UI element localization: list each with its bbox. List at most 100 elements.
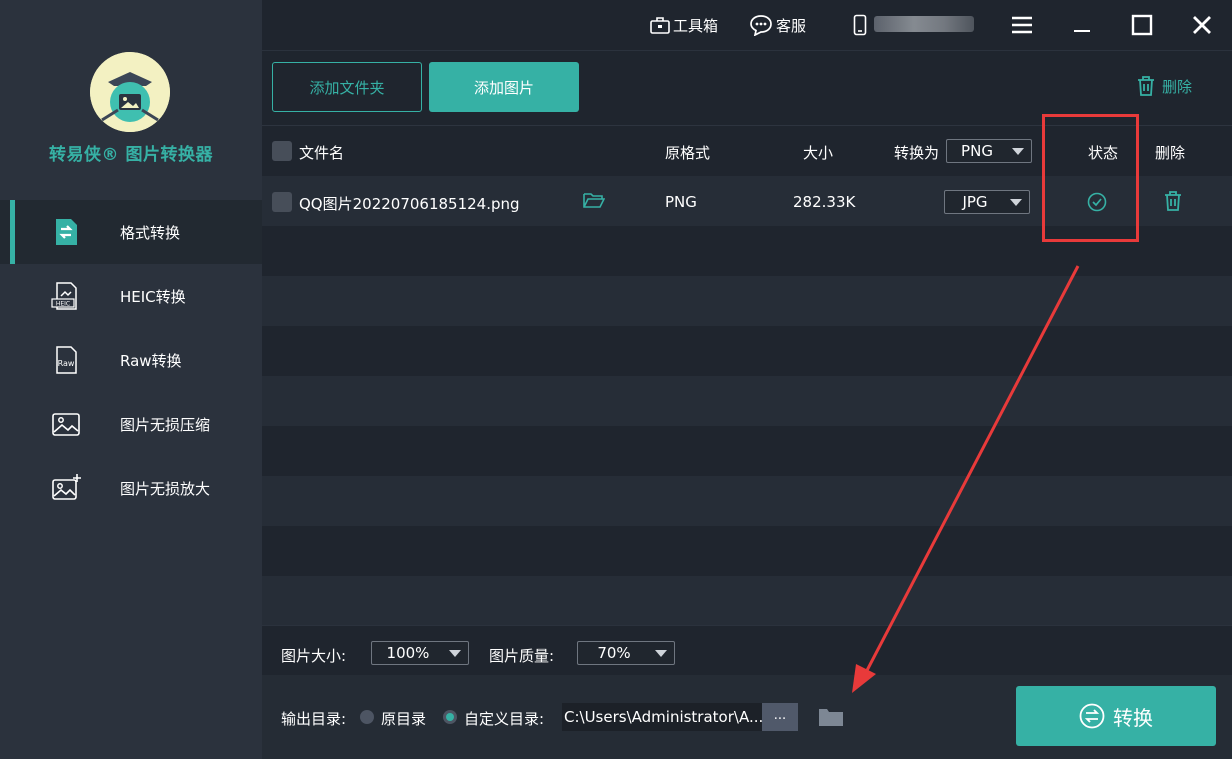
empty-row [262,226,1232,276]
image-size-select[interactable]: 100% [371,641,469,665]
radio-selected-dot [446,713,454,721]
row-checkbox[interactable] [272,192,292,212]
heic-file-icon: HEIC [50,280,82,312]
empty-row [262,426,1232,476]
status-done-icon [1087,192,1107,216]
image-quality-label: 图片质量: [489,647,555,665]
global-format-value: PNG [961,142,993,160]
image-settings-bar: 图片大小: 100% 图片质量: 70% [262,625,1232,675]
output-bar: 输出目录: 原目录 自定义目录: C:\Users\Administrator\… [262,675,1232,759]
svg-text:HEIC: HEIC [56,301,70,308]
table-row[interactable]: QQ图片20220706185124.png PNG 282.33K JPG [262,176,1232,226]
column-status: 状态 [1088,144,1119,162]
convert-label: 转换 [1113,705,1153,730]
radio-original-dir[interactable] [360,710,374,724]
maximize-icon [1131,14,1153,36]
radio-custom-dir[interactable] [443,710,457,724]
title-bar: 工具箱 客服 [262,0,1232,50]
app-name: 转易侠® 图片转换器 [49,145,213,165]
svg-text:Raw: Raw [58,359,75,368]
hamburger-menu-icon [1012,16,1032,34]
empty-row [262,326,1232,376]
sidebar-item-image-enlarge[interactable]: 图片无损放大 [0,456,262,520]
sidebar-item-label: 图片无损放大 [120,480,211,498]
empty-row [262,576,1232,626]
sidebar-item-label: Raw转换 [120,352,182,370]
toolbar: 添加文件夹 添加图片 删除 [262,50,1232,125]
convert-arrows-icon [1079,703,1105,729]
image-size-value: 100% [386,644,430,662]
convert-button[interactable]: 转换 [1016,686,1216,746]
image-compress-icon [50,408,82,440]
empty-row [262,276,1232,326]
raw-file-icon: Raw [50,344,82,376]
customer-service-label: 客服 [776,16,807,35]
chevron-down-icon [449,650,461,657]
row-filename: QQ图片20220706185124.png [299,195,520,213]
column-original-format: 原格式 [665,144,711,162]
toolbox-icon [650,17,670,34]
column-filename: 文件名 [299,144,345,162]
sidebar-item-raw-convert[interactable]: Raw Raw转换 [0,328,262,392]
chat-bubble-icon [750,15,772,36]
menu-button[interactable] [1007,10,1037,40]
open-output-folder-button[interactable] [818,707,844,731]
toolbox-label: 工具箱 [673,16,719,35]
image-quality-value: 70% [597,644,631,662]
image-size-label: 图片大小: [281,647,347,665]
row-original-format: PNG [665,193,697,211]
add-folder-button[interactable]: 添加文件夹 [272,62,422,112]
sidebar-item-label: 格式转换 [120,224,181,242]
app-logo [90,52,170,132]
chevron-down-icon [1010,199,1022,206]
global-format-select[interactable]: PNG [946,139,1032,163]
browse-path-button[interactable]: ... [762,703,798,731]
minimize-button[interactable] [1067,10,1097,40]
select-all-checkbox[interactable] [272,141,292,161]
trash-icon [1138,76,1154,96]
output-dir-label: 输出目录: [281,710,347,728]
empty-row [262,526,1232,576]
add-image-button[interactable]: 添加图片 [429,62,579,112]
row-size: 282.33K [793,193,856,211]
row-format-value: JPG [962,193,988,211]
sidebar-nav: 格式转换 HEIC HEIC转换 Raw Raw转换 图片无损压缩 图片无损放大 [0,200,262,520]
chevron-down-icon [655,650,667,657]
sidebar-item-heic-convert[interactable]: HEIC HEIC转换 [0,264,262,328]
close-icon [1193,16,1211,34]
delete-all-button[interactable]: 删除 [1136,75,1192,97]
original-dir-label: 原目录 [381,710,427,728]
column-convert-to: 转换为 [894,144,940,162]
sidebar: 转易侠® 图片转换器 格式转换 HEIC HEIC转换 Raw Raw转换 图片… [0,0,262,759]
row-format-select[interactable]: JPG [944,190,1030,214]
mobile-phone-icon [853,14,867,36]
image-enlarge-icon [50,472,82,504]
custom-dir-label: 自定义目录: [464,710,545,728]
open-folder-icon[interactable] [583,191,606,213]
folder-icon [819,709,843,726]
customer-service-button[interactable]: 客服 [749,13,806,37]
maximize-button[interactable] [1127,10,1157,40]
delete-all-label: 删除 [1162,77,1193,96]
table-header: 文件名 原格式 大小 转换为 PNG 状态 删除 [262,126,1232,176]
format-convert-icon [50,216,82,248]
toolbox-button[interactable]: 工具箱 [650,13,718,37]
sidebar-item-label: HEIC转换 [120,288,186,306]
mobile-account-button[interactable] [853,13,867,37]
sidebar-item-label: 图片无损压缩 [120,416,211,434]
trash-icon [1165,191,1181,211]
chevron-down-icon [1012,148,1024,155]
sidebar-item-image-compress[interactable]: 图片无损压缩 [0,392,262,456]
row-delete-button[interactable] [1163,190,1183,216]
close-button[interactable] [1187,10,1217,40]
minimize-icon [1074,30,1090,32]
empty-row [262,476,1232,526]
column-delete: 删除 [1155,144,1186,162]
file-table: 文件名 原格式 大小 转换为 PNG 状态 删除 QQ图片20220706185… [262,125,1232,626]
sidebar-item-format-convert[interactable]: 格式转换 [0,200,262,264]
column-size: 大小 [803,144,834,162]
empty-row [262,376,1232,426]
output-path-field[interactable]: C:\Users\Administrator\A... [562,703,762,731]
redacted-account-text [874,16,974,32]
image-quality-select[interactable]: 70% [577,641,675,665]
